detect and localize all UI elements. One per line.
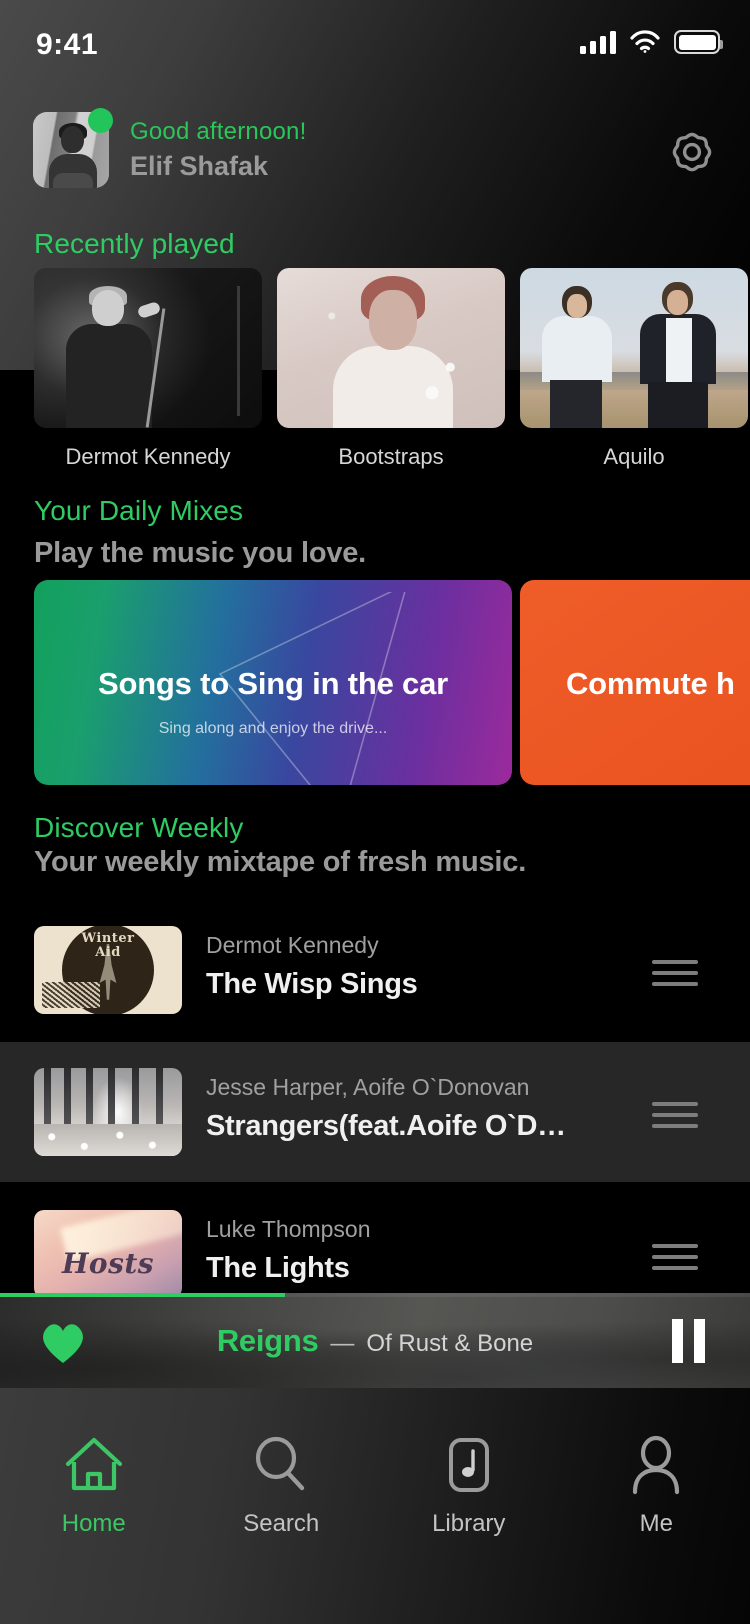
track-artist: Dermot Kennedy xyxy=(206,932,379,958)
bootstraps-artwork xyxy=(277,268,505,428)
avatar[interactable] xyxy=(33,108,113,188)
user-name: Elif Shafak xyxy=(130,151,269,181)
track-title: Strangers(feat.Aoife O`D… xyxy=(206,1110,566,1142)
winter-aid-artwork: Winter Aid xyxy=(34,926,182,1014)
drag-handle-icon[interactable] xyxy=(652,960,698,986)
recently-played-label: Aquilo xyxy=(603,444,665,469)
table-row[interactable]: Winter Aid Dermot Kennedy The Wisp Sings xyxy=(0,900,750,1040)
gear-icon xyxy=(672,132,712,172)
aquilo-artwork xyxy=(520,268,748,428)
hosts-artwork: Hosts xyxy=(34,1210,182,1298)
recently-played-card[interactable]: Dermot Kennedy xyxy=(34,268,262,469)
cellular-signal-icon xyxy=(580,30,616,54)
now-playing-separator: — xyxy=(330,1330,355,1357)
discover-weekly-title: Discover Weekly xyxy=(34,812,244,843)
drag-handle-icon[interactable] xyxy=(652,1102,698,1128)
recently-played-title: Recently played xyxy=(34,228,235,259)
app-screen: 9:41 Good afternoon! Elif Shafak Recentl… xyxy=(0,0,750,1624)
daily-mix-title: Songs to Sing in the car xyxy=(97,666,448,701)
track-artist: Jesse Harper, Aoife O`Donovan xyxy=(206,1074,530,1100)
now-playing-bar[interactable]: Reigns — Of Rust & Bone xyxy=(0,1293,750,1388)
track-artist: Luke Thompson xyxy=(206,1216,371,1242)
search-icon xyxy=(250,1432,312,1498)
person-icon xyxy=(627,1432,685,1498)
pause-icon[interactable] xyxy=(670,1319,708,1363)
battery-full-icon xyxy=(674,30,723,54)
tab-label: Me xyxy=(639,1510,673,1537)
recently-played-card[interactable]: Aquilo xyxy=(520,268,748,469)
daily-mix-description: Sing along and enjoy the drive... xyxy=(158,720,388,737)
recently-played-carousel[interactable]: Dermot Kennedy Bootstraps Aquilo xyxy=(0,268,750,488)
daily-mix-title: Commute h xyxy=(566,666,735,701)
tab-label: Home xyxy=(61,1510,126,1537)
home-icon xyxy=(62,1432,126,1498)
status-bar-icons xyxy=(580,30,723,54)
track-title: The Lights xyxy=(206,1252,350,1284)
progress-bar-track[interactable] xyxy=(0,1293,750,1297)
track-title: The Wisp Sings xyxy=(206,968,418,1000)
tab-label: Library xyxy=(432,1510,506,1537)
status-bar: 9:41 xyxy=(0,0,750,86)
bottom-navigation[interactable]: Home Search Library Me xyxy=(0,1388,750,1624)
tab-library[interactable]: Library xyxy=(375,1388,563,1624)
drag-handle-icon[interactable] xyxy=(652,1244,698,1270)
wifi-icon xyxy=(630,30,660,54)
artwork-text: Hosts xyxy=(61,1246,155,1280)
now-playing-text: Reigns — Of Rust & Bone xyxy=(0,1323,750,1359)
greeting-label: Good afternoon! xyxy=(130,118,307,145)
settings-button[interactable] xyxy=(664,124,720,180)
greeting-text: Good afternoon! Elif Shafak xyxy=(130,118,306,182)
misty-forest-artwork xyxy=(34,1068,182,1156)
progress-bar-fill xyxy=(0,1293,285,1297)
online-status-dot xyxy=(88,108,113,133)
artwork-text-line2: Aid xyxy=(95,944,121,960)
recently-played-label: Bootstraps xyxy=(338,444,444,469)
daily-mixes-title: Your Daily Mixes xyxy=(34,495,244,526)
tab-label: Search xyxy=(243,1510,320,1537)
greeting-row[interactable]: Good afternoon! Elif Shafak xyxy=(33,108,306,188)
daily-mix-card[interactable]: Songs to Sing in the car Sing along and … xyxy=(34,580,512,785)
status-bar-time: 9:41 xyxy=(36,28,99,61)
dermot-kennedy-artwork xyxy=(34,268,262,428)
daily-mixes-subtitle: Play the music you love. xyxy=(34,537,367,569)
discover-weekly-subtitle: Your weekly mixtape of fresh music. xyxy=(34,846,527,878)
recently-played-card[interactable]: Bootstraps xyxy=(277,268,505,469)
library-icon xyxy=(442,1432,496,1498)
recently-played-label: Dermot Kennedy xyxy=(65,444,231,469)
now-playing-song: Reigns xyxy=(216,1323,319,1358)
table-row[interactable]: Jesse Harper, Aoife O`Donovan Strangers(… xyxy=(0,1042,750,1182)
now-playing-album: Of Rust & Bone xyxy=(366,1330,534,1357)
tab-search[interactable]: Search xyxy=(188,1388,376,1624)
daily-mixes-carousel[interactable]: Songs to Sing in the car Sing along and … xyxy=(0,580,750,785)
tab-me[interactable]: Me xyxy=(563,1388,750,1624)
tab-home[interactable]: Home xyxy=(0,1388,188,1624)
daily-mix-card[interactable]: Commute h xyxy=(520,580,750,785)
